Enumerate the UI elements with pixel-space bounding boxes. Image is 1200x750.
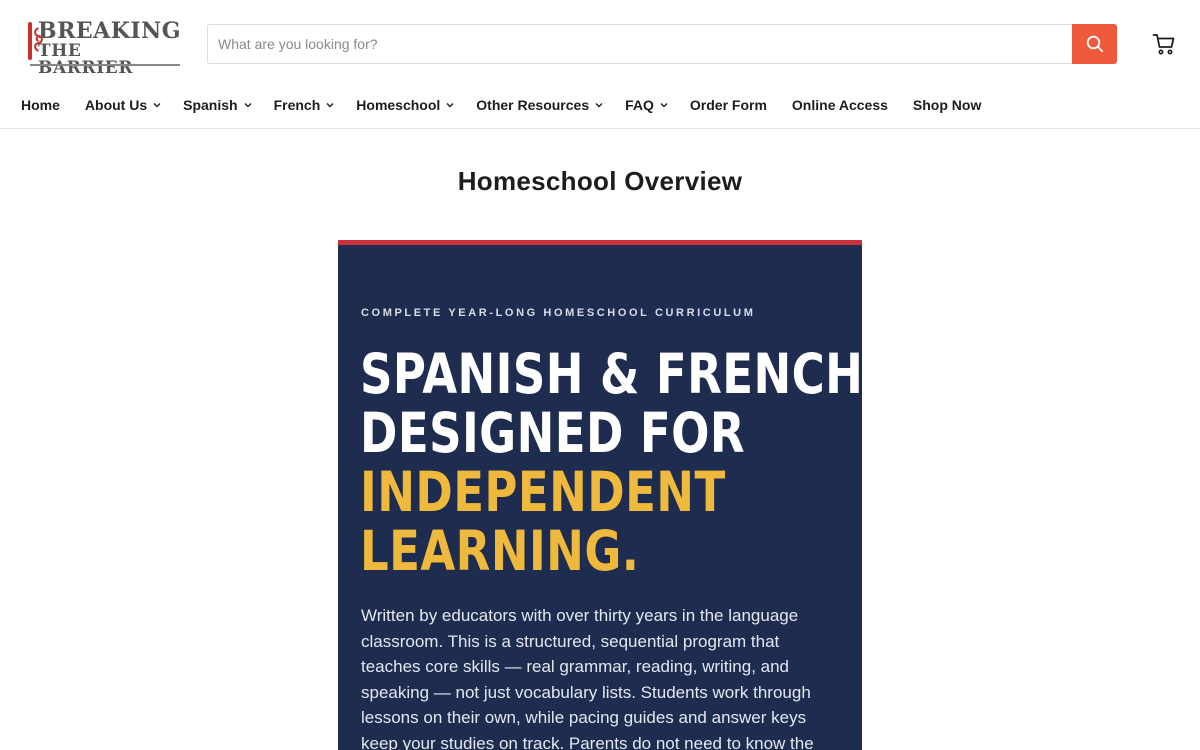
brand-logo[interactable]: BREAKING THE BARRIER (28, 20, 181, 77)
brand-underline (30, 64, 180, 66)
brand-mark-icon (28, 22, 43, 60)
search-button[interactable] (1072, 24, 1117, 64)
chevron-down-icon (595, 103, 603, 108)
chevron-down-icon (153, 103, 161, 108)
brand-wordmark: BREAKING THE BARRIER (38, 20, 181, 77)
nav-item-about-us[interactable]: About Us (85, 97, 161, 113)
hero-headline-line-2: DESIGNED FOR (360, 401, 746, 465)
chevron-down-icon (326, 103, 334, 108)
nav-item-homeschool[interactable]: Homeschool (356, 97, 454, 113)
nav-item-label: Spanish (183, 97, 238, 113)
chevron-down-icon (446, 103, 454, 108)
chevron-down-icon (660, 103, 668, 108)
brand-line-1: BREAKING (38, 18, 182, 44)
nav-item-label: FAQ (625, 97, 654, 113)
nav-item-faq[interactable]: FAQ (625, 97, 668, 113)
nav-item-order-form[interactable]: Order Form (690, 97, 767, 113)
nav-item-label: About Us (84, 97, 148, 113)
nav-item-label: Home (21, 97, 60, 113)
nav-item-label: Homeschool (356, 97, 441, 113)
cart-icon (1152, 34, 1175, 55)
hero-body-text: Written by educators with over thirty ye… (361, 606, 814, 750)
chevron-down-icon (244, 103, 252, 108)
main-nav: Home About Us Spanish French Homeschool … (0, 90, 981, 120)
search-icon (1086, 35, 1103, 53)
hero-headline-line-1: SPANISH & FRENCH, (360, 342, 862, 406)
hero-eyebrow: COMPLETE YEAR-LONG HOMESCHOOL CURRICULUM (361, 307, 756, 319)
search-input[interactable] (207, 24, 1072, 64)
hero-headline-line-4: LEARNING. (360, 519, 640, 583)
brand-line-2: THE BARRIER (38, 41, 134, 78)
nav-item-label: Shop Now (912, 97, 982, 113)
site-header: BREAKING THE BARRIER Home About Us (0, 0, 1200, 129)
nav-item-online-access[interactable]: Online Access (792, 97, 888, 113)
nav-item-label: French (273, 97, 321, 113)
nav-item-home[interactable]: Home (21, 97, 60, 113)
nav-item-label: Online Access (791, 97, 888, 113)
nav-item-other-resources[interactable]: Other Resources (476, 97, 603, 113)
hero-headline: SPANISH & FRENCH, DESIGNED FOR INDEPENDE… (360, 342, 862, 583)
search-form (207, 24, 1117, 64)
cart-button[interactable] (1152, 32, 1176, 56)
nav-item-shop-now[interactable]: Shop Now (913, 97, 981, 113)
hero-banner: COMPLETE YEAR-LONG HOMESCHOOL CURRICULUM… (338, 240, 862, 750)
hero-headline-line-3: INDEPENDENT (360, 460, 726, 524)
nav-item-label: Order Form (689, 97, 767, 113)
nav-item-spanish[interactable]: Spanish (183, 97, 252, 113)
nav-item-label: Other Resources (476, 97, 590, 113)
page-title: Homeschool Overview (457, 166, 743, 196)
nav-item-french[interactable]: French (274, 97, 335, 113)
